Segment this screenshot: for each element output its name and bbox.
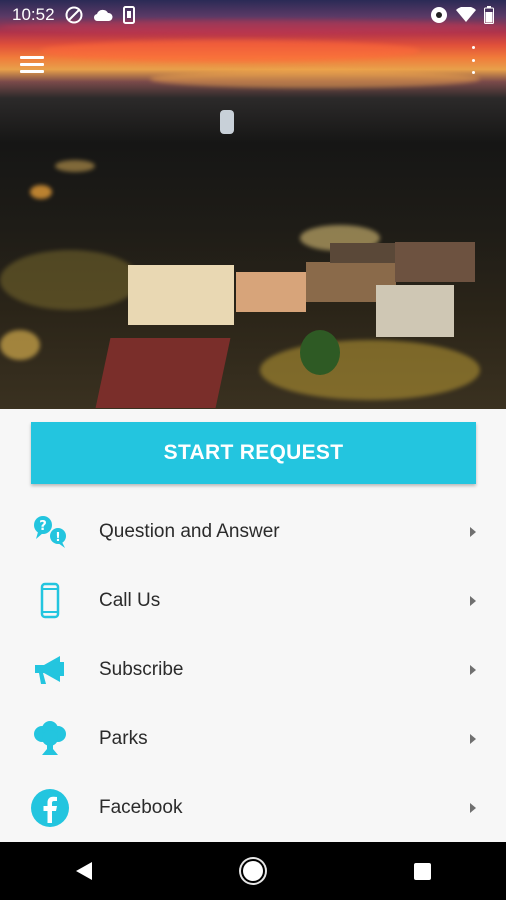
chevron-right-icon (470, 595, 476, 606)
list-item-label: Call Us (99, 589, 161, 611)
tree-icon (30, 719, 70, 759)
list-item-subscribe[interactable]: Subscribe (0, 635, 506, 704)
list-item-label: Subscribe (99, 658, 184, 680)
cloud-icon (93, 8, 113, 22)
megaphone-icon (30, 650, 70, 690)
wifi-icon (456, 7, 476, 23)
status-bar: 10:52 (0, 0, 506, 30)
menu-list: ? ! Question and Answer Call Us Subscrib… (0, 497, 506, 842)
list-item-call-us[interactable]: Call Us (0, 566, 506, 635)
phone-icon (30, 581, 70, 621)
list-item-parks[interactable]: Parks (0, 704, 506, 773)
more-vertical-icon[interactable] (470, 46, 476, 74)
list-item-label: Question and Answer (99, 520, 280, 542)
chevron-right-icon (470, 802, 476, 813)
list-item-question-answer[interactable]: ? ! Question and Answer (0, 497, 506, 566)
hamburger-menu-icon[interactable] (20, 50, 50, 78)
phone-status-icon (122, 6, 135, 24)
home-icon[interactable] (242, 861, 263, 881)
svg-text:?: ? (39, 519, 47, 534)
list-item-facebook[interactable]: Facebook (0, 773, 506, 842)
question-answer-icon: ? ! (30, 512, 70, 552)
svg-text:!: ! (55, 530, 60, 544)
list-item-label: Facebook (99, 796, 183, 818)
do-not-disturb-icon (65, 6, 83, 24)
status-time: 10:52 (12, 5, 55, 24)
list-item-label: Parks (99, 727, 148, 749)
chevron-right-icon (470, 664, 476, 675)
start-request-button[interactable]: START REQUEST (31, 422, 476, 484)
chevron-right-icon (470, 733, 476, 744)
facebook-icon (30, 788, 70, 828)
system-nav-bar (0, 842, 506, 900)
eye-icon (430, 6, 448, 24)
recent-apps-icon[interactable] (413, 862, 431, 880)
chevron-right-icon (470, 526, 476, 537)
battery-icon (484, 6, 494, 24)
hero-image: 10:52 (0, 0, 506, 409)
back-icon[interactable] (75, 862, 92, 880)
